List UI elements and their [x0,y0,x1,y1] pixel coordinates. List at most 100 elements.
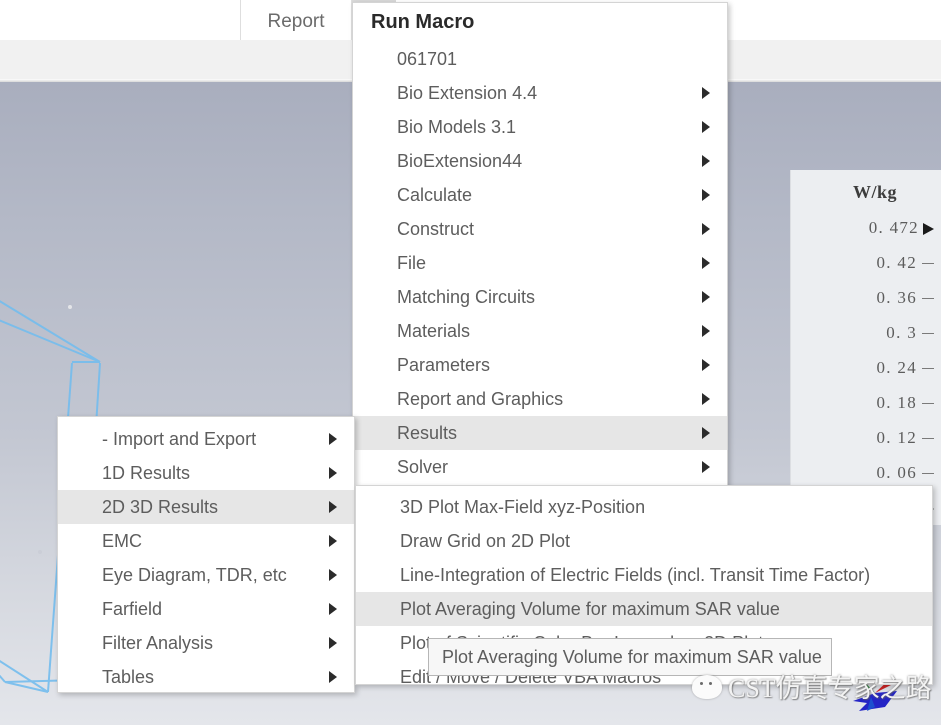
legend-tick-value: 0. 472 [868,217,919,237]
menu-item-label: Eye Diagram, TDR, etc [102,564,287,585]
application-window: Report W/kg 0. 472 0. 42 0. 36 0. 3 0. 2… [0,0,941,725]
legend-tick: 0. 36 [791,280,941,315]
legend-tick-value: 0. 18 [876,392,917,412]
menu-item-label: EMC [102,530,142,551]
legend-tick-dash-icon [922,472,934,475]
results-submenu[interactable]: - Import and Export 1D Results 2D 3D Resul… [57,416,355,693]
menu-item-label: Solver [397,456,449,477]
color-legend-panel: W/kg 0. 472 0. 42 0. 36 0. 3 0. 24 0. 18 0. 12… [790,170,941,525]
menu-item[interactable]: Parameters [353,348,727,382]
legend-tick-dash-icon [922,332,934,335]
submenu-arrow-icon [702,223,710,235]
legend-tick: 0. 3 [791,315,941,350]
menu-item-label: Filter Analysis [102,632,214,653]
legend-tick-value: 0. 36 [876,287,917,307]
menu-item-label: 061701 [397,48,458,69]
menu-item[interactable]: Materials [353,314,727,348]
run-macro-menu-title: Run Macro [353,5,727,42]
legend-tick-dash-icon [922,262,934,265]
menu-item-label: Plot Averaging Volume for maximum SAR va… [400,598,780,619]
legend-tick-value: 0. 3 [886,322,917,342]
menu-item[interactable]: Tables [58,660,354,694]
menu-item[interactable]: Line-Integration of Electric Fields (inc… [356,558,932,592]
menu-item-label: BioExtension44 [397,150,523,171]
menu-item-label: - Import and Export [102,428,257,449]
submenu-arrow-icon [702,325,710,337]
menu-item-label: Construct [397,218,475,239]
menu-item-label: 3D Plot Max-Field xyz-Position [400,496,646,517]
menu-item-label: Farfield [102,598,163,619]
legend-tick-arrow-icon [923,222,934,235]
menu-item-label: Matching Circuits [397,286,536,307]
menu-item-label: Calculate [397,184,473,205]
legend-tick-value: 0. 24 [876,357,917,377]
legend-tick: 0. 12 [791,420,941,455]
submenu-arrow-icon [329,467,337,479]
legend-tick-value: 0. 12 [876,427,917,447]
submenu-arrow-icon [329,501,337,513]
submenu-arrow-icon [329,671,337,683]
submenu-arrow-icon [702,393,710,405]
menu-item[interactable]: BioExtension44 [353,144,727,178]
menu-item[interactable]: Plot Averaging Volume for maximum SAR va… [356,592,932,626]
menu-item-label: Parameters [397,354,491,375]
submenu-arrow-icon [702,121,710,133]
legend-tick-dash-icon [922,297,934,300]
submenu-arrow-icon [702,257,710,269]
submenu-arrow-icon [702,87,710,99]
menu-item[interactable]: Filter Analysis [58,626,354,660]
menu-item[interactable]: Report and Graphics [353,382,727,416]
menu-item[interactable]: Matching Circuits [353,280,727,314]
submenu-arrow-icon [329,637,337,649]
menu-item-label: Line-Integration of Electric Fields (inc… [400,564,871,585]
menu-item-label: Bio Models 3.1 [397,116,517,137]
menu-item[interactable]: Bio Models 3.1 [353,110,727,144]
legend-unit-label: W/kg [852,182,897,202]
legend-tick-list: 0. 472 0. 42 0. 36 0. 3 0. 24 0. 18 0. 12 0. 06… [791,210,941,525]
menu-item[interactable]: Eye Diagram, TDR, etc [58,558,354,592]
menu-item[interactable]: EMC [58,524,354,558]
legend-tick-value: 0. 06 [876,462,917,482]
legend-tick-dash-icon [922,367,934,370]
menu-item[interactable]: 1D Results [58,456,354,490]
menu-item-label: Materials [397,320,471,341]
menu-item[interactable]: File [353,246,727,280]
menu-item[interactable]: 3D Plot Max-Field xyz-Position [356,490,932,524]
submenu-arrow-icon [329,603,337,615]
menu-item[interactable]: 2D 3D Results [58,490,354,524]
menu-item-label: File [397,252,427,273]
submenu-arrow-icon [329,569,337,581]
run-macro-item-list: 061701 Bio Extension 4.4 Bio Models 3.1 Bio… [353,42,727,484]
menu-item-label: Report and Graphics [397,388,564,409]
submenu-arrow-icon [702,291,710,303]
legend-tick-dash-icon [922,437,934,440]
menu-item-label: Results [397,422,458,443]
submenu-arrow-icon [702,359,710,371]
submenu-arrow-icon [702,427,710,439]
legend-tick: 0. 42 [791,245,941,280]
menu-item-label: Tables [102,666,155,687]
menu-item[interactable]: Results [353,416,727,450]
submenu-arrow-icon [329,535,337,547]
menu-item[interactable]: 061701 [353,42,727,76]
menu-item[interactable]: Solver [353,450,727,484]
submenu-arrow-icon [329,433,337,445]
menu-item[interactable]: Calculate [353,178,727,212]
legend-tick: 0. 18 [791,385,941,420]
legend-tick: 0. 24 [791,350,941,385]
menu-item[interactable]: Farfield [58,592,354,626]
tooltip: Plot Averaging Volume for maximum SAR va… [428,638,832,676]
legend-tick: 0. 472 [791,210,941,245]
run-macro-menu[interactable]: Run Macro 061701 Bio Extension 4.4 Bio Mod… [352,2,728,489]
menu-item[interactable]: Construct [353,212,727,246]
ribbon-tab-report[interactable]: Report [240,0,352,40]
menu-item-label: 2D 3D Results [102,496,219,517]
menu-item[interactable]: Bio Extension 4.4 [353,76,727,110]
submenu-arrow-icon [702,155,710,167]
submenu-arrow-icon [702,461,710,473]
menu-item-label: Bio Extension 4.4 [397,82,538,103]
menu-item[interactable]: - Import and Export [58,422,354,456]
menu-item-label: Draw Grid on 2D Plot [400,530,571,551]
menu-item[interactable]: Draw Grid on 2D Plot [356,524,932,558]
legend-tick-value: 0. 42 [876,252,917,272]
